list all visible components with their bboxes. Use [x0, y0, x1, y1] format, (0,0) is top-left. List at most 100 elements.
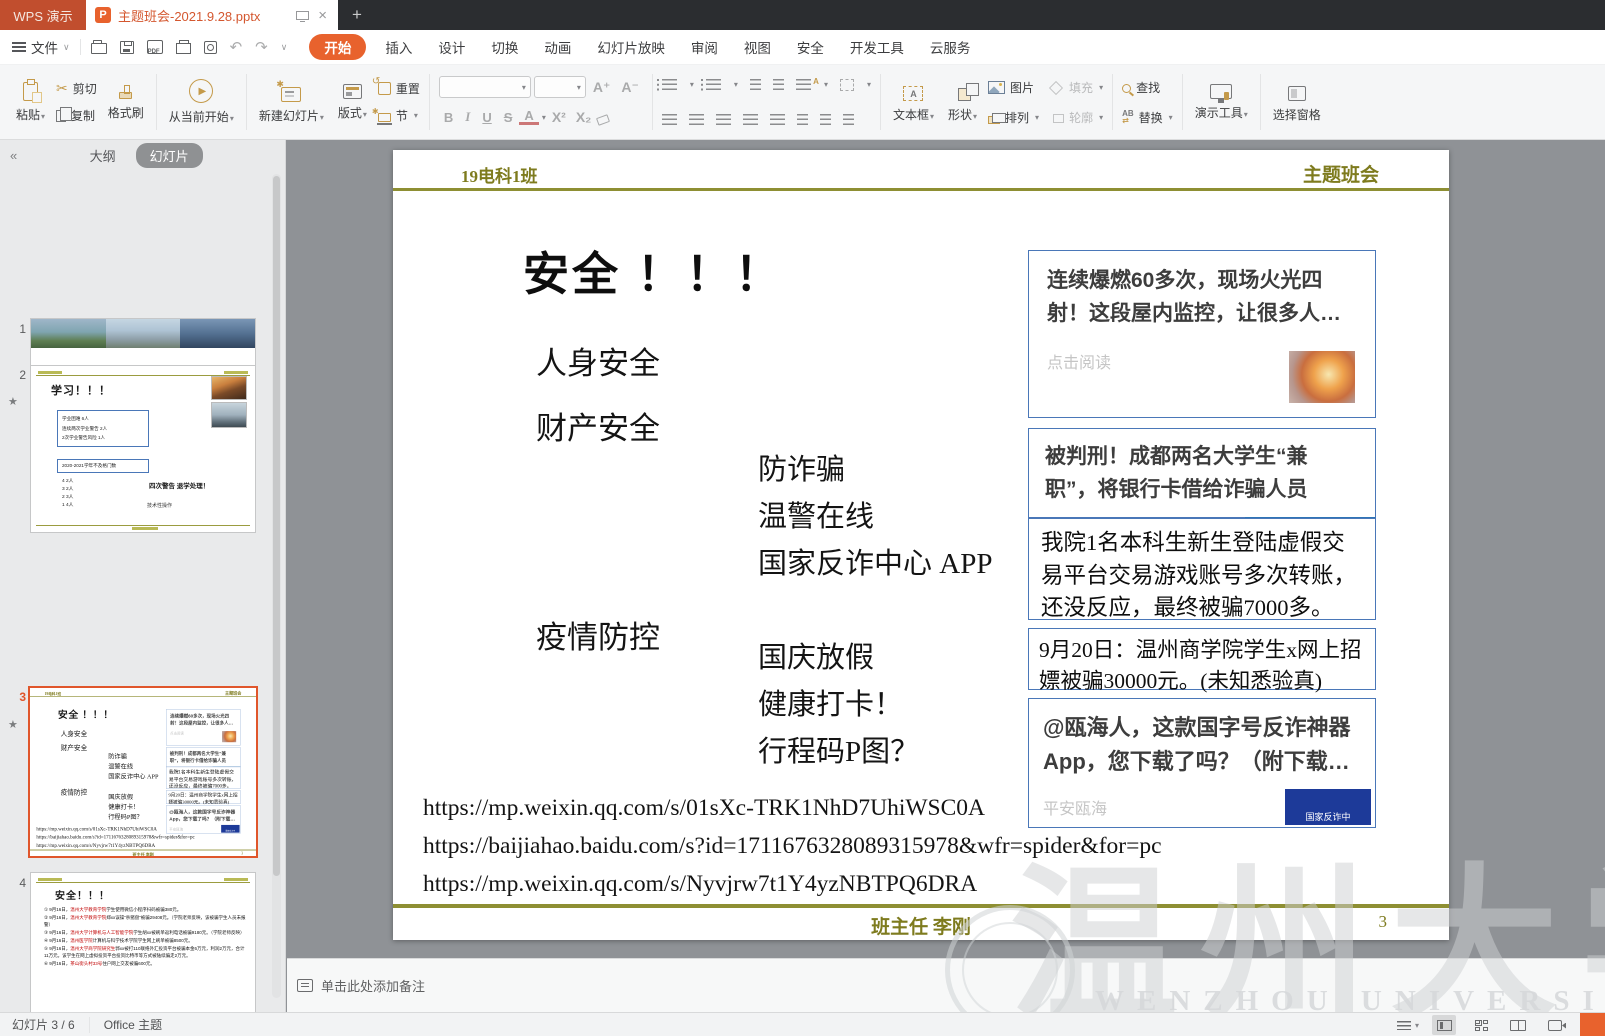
slide-footer-teacher[interactable]: 班主任 李刚	[393, 912, 1449, 939]
cut-button[interactable]: 剪切	[56, 76, 97, 102]
undo-icon[interactable]: ↶	[230, 40, 243, 55]
news-card-game-fraud[interactable]: 我院1名本科生新生登陆虚假交易平台交易游戏账号多次转账，还没反应，最终被骗700…	[1028, 518, 1376, 620]
subtopic-anti-fraud-app[interactable]: 国家反诈中心 APP	[758, 540, 992, 582]
play-from-current-button[interactable]: 从当前开始▾	[166, 79, 237, 125]
align-right-icon[interactable]	[716, 114, 731, 125]
sidebar-scrollbar[interactable]	[272, 174, 281, 998]
italic-button[interactable]: I	[460, 109, 475, 125]
subtopic-anti-fraud[interactable]: 防诈骗	[758, 446, 845, 488]
theme-name[interactable]: Office 主题	[104, 1016, 162, 1033]
tab-design[interactable]: 设计	[425, 30, 478, 65]
arrange-button[interactable]: 排列▾	[988, 109, 1039, 126]
topic-property-safety[interactable]: 财产安全	[536, 403, 660, 448]
thumbnail-4[interactable]: 安全！！！ ① 9月16日，温州大学教育学院学生使用微信小程序扫码被骗380元。…	[30, 872, 256, 1012]
slide-header-left[interactable]: 19电科1班	[461, 162, 538, 187]
paragraph-spacing-icon[interactable]	[843, 114, 854, 125]
link-2[interactable]: https://baijiahao.baidu.com/s?id=1711676…	[423, 833, 1162, 860]
print-preview-icon[interactable]	[204, 41, 217, 54]
justify-icon[interactable]	[743, 114, 758, 125]
subscript-button[interactable]: X₂	[572, 109, 596, 125]
text-border-icon[interactable]	[840, 79, 854, 91]
tab-view[interactable]: 视图	[731, 30, 784, 65]
new-slide-button[interactable]: 新建幻灯片▾	[256, 81, 327, 124]
close-tab-icon[interactable]: ×	[316, 8, 329, 23]
play-button-partial[interactable]	[1580, 1013, 1605, 1036]
tab-slideshow[interactable]: 幻灯片放映	[584, 30, 678, 65]
clear-format-icon[interactable]	[596, 114, 610, 126]
document-tab[interactable]: P 主题班会-2021.9.28.pptx ×	[86, 0, 338, 30]
tab-devtools[interactable]: 开发工具	[837, 30, 917, 65]
decrease-font-button[interactable]: A⁻	[617, 79, 643, 96]
news-card-sentenced[interactable]: 被判刑！成都两名大学生“兼职”，将银行卡借给诈骗人员	[1028, 428, 1376, 518]
superscript-button[interactable]: X²	[548, 109, 570, 125]
format-painter-button[interactable]: 格式刷	[105, 83, 147, 121]
customize-toolbar-chevron-icon[interactable]: ∨	[281, 42, 288, 53]
notes-bar[interactable]: 单击此处添加备注	[287, 958, 1605, 1012]
text-direction-icon[interactable]	[796, 79, 811, 90]
tab-insert[interactable]: 插入	[372, 30, 425, 65]
tab-review[interactable]: 审阅	[678, 30, 731, 65]
align-left-icon[interactable]	[662, 114, 677, 125]
tab-transition[interactable]: 切换	[478, 30, 531, 65]
slide-sorter-view-button[interactable]	[1469, 1015, 1493, 1035]
strikethrough-button[interactable]: S	[499, 110, 518, 125]
bullet-list-icon[interactable]	[662, 79, 677, 90]
normal-view-button[interactable]	[1432, 1015, 1456, 1035]
collapse-panel-icon[interactable]: «	[0, 148, 27, 163]
slide-title[interactable]: 安全 ！！！	[523, 238, 784, 304]
align-center-icon[interactable]	[689, 114, 704, 125]
selection-pane-button[interactable]: 选择窗格	[1270, 81, 1324, 123]
slides-tab[interactable]: 幻灯片	[136, 143, 203, 168]
topic-pandemic-control[interactable]: 疫情防控	[536, 612, 660, 657]
tab-security[interactable]: 安全	[784, 30, 837, 65]
outline-button[interactable]: 轮廓▾	[1053, 109, 1103, 126]
tab-home[interactable]: 开始	[309, 34, 366, 60]
app-tab[interactable]: WPS 演示	[0, 0, 86, 30]
open-file-icon[interactable]	[91, 43, 107, 54]
news-card-app[interactable]: @瓯海人，这款国字号反诈神器App，您下载了吗？（附下载… 平安瓯海 国家反诈中	[1028, 698, 1376, 828]
topic-personal-safety[interactable]: 人身安全	[536, 338, 660, 383]
thumbnail-3-selected[interactable]: 19电科1班 主题班会 安全 ！！！ 人身安全 财产安全 防诈骗 温警在线 国家…	[28, 686, 258, 858]
file-menu-button[interactable]: 文件 ∨	[0, 37, 80, 57]
link-3[interactable]: https://mp.weixin.qq.com/s/Nyvjrw7t1Y4yz…	[423, 871, 977, 898]
export-pdf-icon[interactable]: PDF	[147, 40, 163, 54]
font-color-button[interactable]: A	[519, 109, 538, 125]
thumbnail-2[interactable]: 学习！！！ 学业困难 6人 连续两次学业警告 2人 2次学业警告风险 1人 20…	[30, 365, 256, 533]
tab-cloud[interactable]: 云服务	[917, 30, 984, 65]
subtopic-travel-code[interactable]: 行程码P图？	[758, 728, 919, 770]
slide-canvas[interactable]: 19电科1班 主题班会 安全 ！！！ 人身安全 财产安全 防诈骗 温警在线 国家…	[393, 150, 1449, 940]
subtopic-holiday[interactable]: 国庆放假	[758, 634, 874, 676]
presentation-tools-button[interactable]: 演示工具▾	[1192, 84, 1251, 121]
news-card-sep20[interactable]: 9月20日：温州商学院学生x网上招嫖被骗30000元。(未知悉验真)	[1028, 628, 1376, 690]
redo-icon[interactable]: ↷	[255, 40, 268, 55]
font-size-select[interactable]: ▾	[534, 76, 586, 98]
paste-button[interactable]: 粘贴▾	[13, 82, 48, 123]
print-icon[interactable]	[176, 43, 191, 54]
replace-button[interactable]: AB替换▾	[1122, 104, 1173, 130]
font-family-select[interactable]: ▾	[439, 76, 531, 98]
notes-placeholder[interactable]: 单击此处添加备注	[321, 976, 425, 995]
numbered-list-icon[interactable]	[706, 79, 721, 90]
fill-button[interactable]: 填充▾	[1048, 79, 1103, 96]
section-button[interactable]: 节▾	[378, 103, 420, 129]
outline-tab[interactable]: 大纲	[80, 144, 126, 167]
layout-button[interactable]: 版式▾	[335, 84, 370, 121]
bold-button[interactable]: B	[439, 110, 458, 125]
new-tab-button[interactable]: +	[352, 5, 362, 25]
save-icon[interactable]	[120, 41, 134, 54]
notes-toggle-button[interactable]: ▾	[1397, 1021, 1419, 1030]
news-card-explosion[interactable]: 连续爆燃60多次，现场火光四射！这段屋内监控，让很多人… 点击阅读	[1028, 250, 1376, 418]
subtopic-police-online[interactable]: 温警在线	[758, 493, 874, 535]
reset-button[interactable]: 重置	[378, 76, 420, 102]
increase-indent-icon[interactable]	[773, 79, 784, 90]
column-spacing-icon[interactable]	[820, 114, 831, 125]
decrease-indent-icon[interactable]	[750, 79, 761, 90]
slideshow-view-button[interactable]	[1543, 1015, 1567, 1035]
subtopic-health-checkin[interactable]: 健康打卡！	[758, 681, 903, 723]
link-1[interactable]: https://mp.weixin.qq.com/s/01sXc-TRK1NhD…	[423, 795, 985, 822]
slide-header-right[interactable]: 主题班会	[1303, 160, 1379, 187]
distribute-text-icon[interactable]	[770, 114, 785, 125]
picture-button[interactable]: 图片	[988, 79, 1034, 96]
copy-button[interactable]: 复制	[56, 103, 97, 129]
tab-animation[interactable]: 动画	[531, 30, 584, 65]
